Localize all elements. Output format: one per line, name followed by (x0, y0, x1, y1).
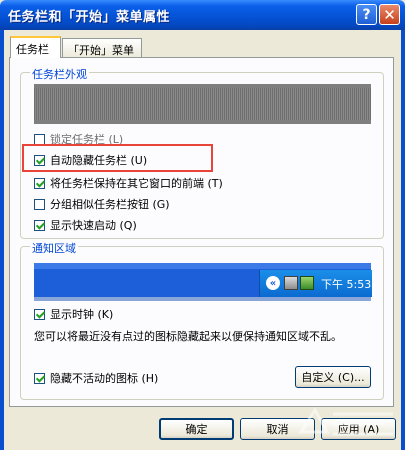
checkbox-checked (34, 372, 45, 384)
notification-preview: « 下午 5:53 (34, 263, 372, 301)
checkbox-checked (34, 177, 45, 189)
button-label: 自定义 (C)... (301, 371, 365, 384)
tab-start-menu[interactable]: 「开始」菜单 (62, 38, 142, 58)
taskbar-preview (34, 84, 371, 124)
tab-taskbar[interactable]: 任务栏 (10, 36, 61, 58)
help-button[interactable]: ? (356, 4, 377, 25)
ok-button[interactable]: 确定 (159, 418, 234, 440)
hide-inactive-icons-checkbox[interactable]: 隐藏不活动的图标 (H) (34, 370, 158, 386)
customize-button[interactable]: 自定义 (C)... (295, 366, 371, 388)
checkbox-unchecked (34, 198, 45, 210)
show-clock-checkbox[interactable]: 显示时钟 (K) (34, 306, 113, 322)
tab-label: 任务栏 (16, 43, 49, 56)
button-label: 确定 (185, 423, 208, 436)
watermark-logo (298, 407, 393, 436)
group-similar-buttons-checkbox[interactable]: 分组相似任务栏按钮 (G) (34, 196, 170, 212)
window-border-left (0, 30, 4, 450)
checkbox-label: 显示时钟 (K) (50, 308, 114, 321)
button-label: 取消 (266, 423, 289, 436)
checkbox-checked (34, 308, 45, 320)
close-icon: ✕ (383, 5, 396, 24)
checkbox-label: 分组相似任务栏按钮 (G) (50, 198, 170, 211)
tab-label: 「开始」菜单 (68, 44, 134, 57)
checkbox-checked (34, 219, 45, 231)
notification-description: 您可以将最近没有点过的图标隐藏起来以便保持通知区域不乱。 (34, 330, 342, 343)
checkbox-label: 显示快速启动 (Q) (50, 219, 137, 232)
window-title: 任务栏和「开始」菜单属性 (8, 10, 171, 25)
notification-legend: 通知区域 (30, 240, 78, 256)
title-bar: 任务栏和「开始」菜单属性 ? ✕ (0, 0, 405, 30)
keep-on-top-checkbox[interactable]: 将任务栏保持在其它窗口的前端 (T) (34, 175, 223, 191)
appearance-legend: 任务栏外观 (30, 66, 89, 82)
help-icon: ? (362, 6, 371, 23)
show-quick-launch-checkbox[interactable]: 显示快速启动 (Q) (34, 217, 137, 233)
network-icon (284, 276, 298, 290)
speaker-icon (300, 276, 314, 290)
checkbox-label: 隐藏不活动的图标 (H) (50, 372, 159, 385)
window-border-right (401, 30, 405, 450)
close-button[interactable]: ✕ (379, 4, 400, 25)
checkbox-unchecked (34, 133, 45, 145)
tray-clock: 下午 5:53 (321, 278, 372, 291)
system-tray: « 下午 5:53 (259, 270, 372, 297)
chevron-left-icon: « (266, 276, 280, 290)
highlight-box (22, 144, 213, 172)
checkbox-label: 将任务栏保持在其它窗口的前端 (T) (50, 177, 223, 190)
